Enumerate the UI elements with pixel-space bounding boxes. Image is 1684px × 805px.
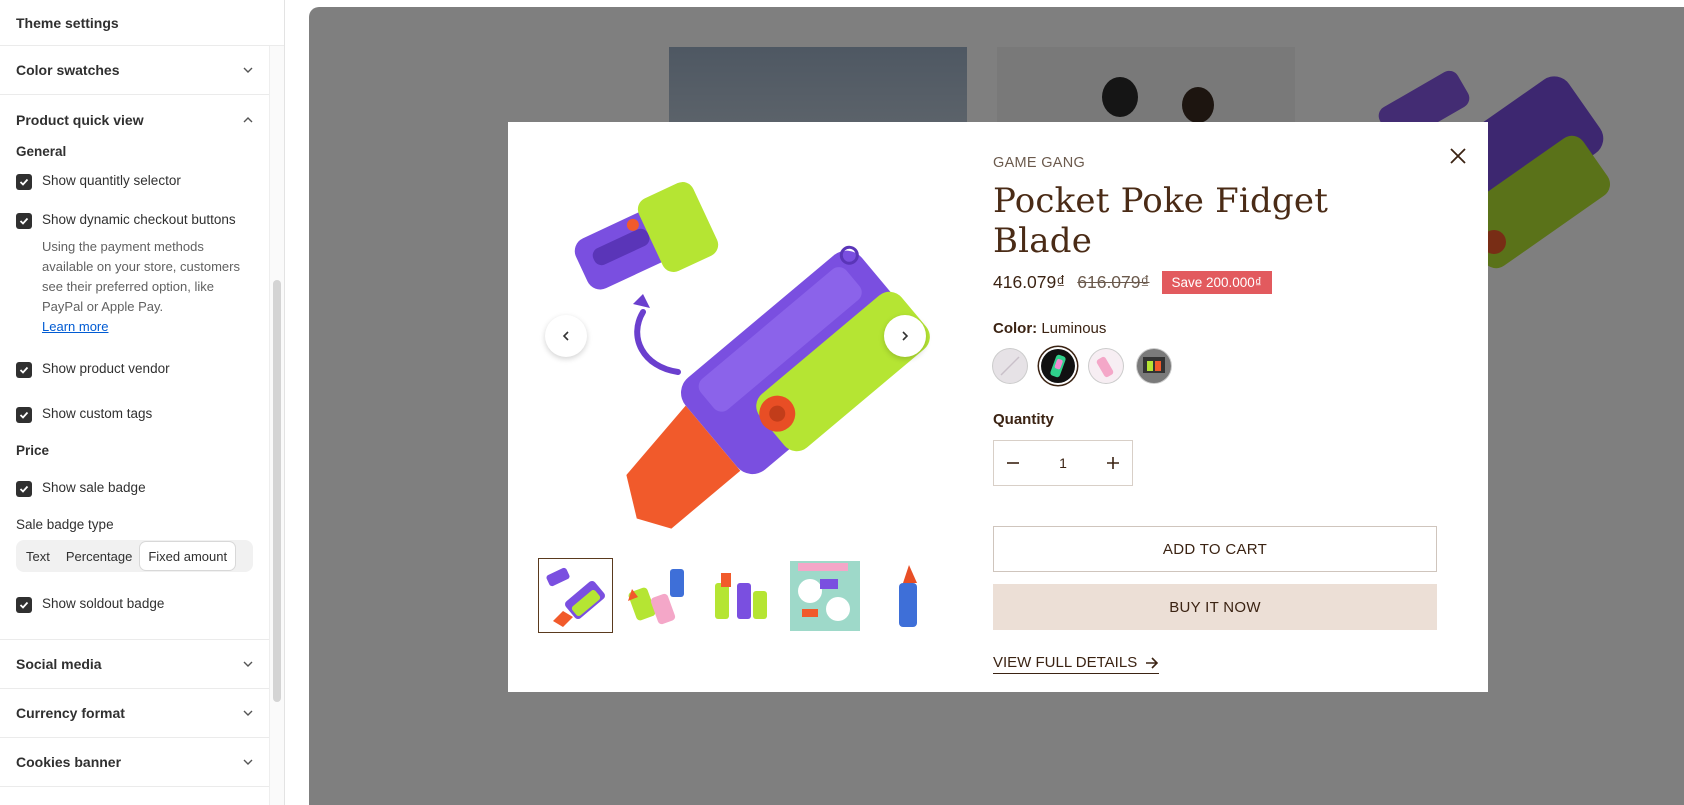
product-title: Pocket Poke Fidget Blade [993, 181, 1329, 261]
quick-view-modal: GAME GANG Pocket Poke Fidget Blade 416.0… [508, 122, 1488, 692]
product-price: 416.079₫ [993, 272, 1066, 292]
section-currency-format[interactable]: Currency format [0, 689, 270, 738]
thumbnail-4[interactable] [787, 558, 862, 633]
compare-at-price: 616.079₫ [1077, 272, 1150, 292]
section-label: Social media [16, 656, 102, 672]
checkbox-checked[interactable] [16, 407, 32, 423]
checkbox-row-dynamic-checkout[interactable]: Show dynamic checkout buttons [16, 212, 254, 229]
checkbox-label: Show custom tags [42, 406, 153, 421]
swatch-pink[interactable] [1089, 349, 1123, 383]
sidebar-scrollbar[interactable] [269, 46, 284, 805]
sidebar-title: Theme settings [0, 0, 284, 46]
view-full-details-link[interactable]: VIEW FULL DETAILS [993, 654, 1160, 674]
minus-icon[interactable] [1006, 456, 1020, 470]
add-to-cart-button[interactable]: ADD TO CART [993, 526, 1437, 572]
checkbox-checked[interactable] [16, 597, 32, 613]
section-social-media[interactable]: Social media [0, 640, 270, 689]
section-cookies-banner[interactable]: Cookies banner [0, 738, 270, 787]
chevron-right-icon [902, 331, 909, 341]
thumbnail-2[interactable] [621, 558, 696, 633]
product-info: GAME GANG Pocket Poke Fidget Blade 416.0… [993, 155, 1438, 674]
checkbox-label: Show dynamic checkout buttons [42, 212, 236, 227]
view-full-details-label: VIEW FULL DETAILS [993, 654, 1138, 671]
plus-icon[interactable] [1106, 456, 1120, 470]
prev-image-button[interactable] [545, 315, 587, 357]
quantity-input[interactable]: 1 [1059, 455, 1067, 471]
checkbox-label: Show quantitly selector [42, 173, 181, 188]
close-icon [1450, 148, 1466, 164]
checkbox-row-soldout-badge[interactable]: Show soldout badge [16, 596, 254, 613]
section-color-swatches[interactable]: Color swatches [0, 46, 270, 95]
checkbox-checked[interactable] [16, 362, 32, 378]
quantity-stepper: 1 [993, 440, 1133, 486]
thumbnail-strip [538, 558, 945, 633]
thumbnail-3[interactable] [704, 558, 779, 633]
swatch-multi[interactable] [1137, 349, 1171, 383]
checkbox-row-quantity[interactable]: Show quantitly selector [16, 173, 254, 190]
section-header-product-quick-view[interactable]: Product quick view [16, 95, 254, 144]
buy-it-now-button[interactable]: BUY IT NOW [993, 584, 1437, 630]
chevron-left-icon [562, 331, 569, 341]
section-label: Color swatches [16, 62, 120, 78]
thumbnail-1[interactable] [538, 558, 613, 633]
quantity-label: Quantity [993, 411, 1054, 428]
checkbox-row-sale-badge[interactable]: Show sale badge [16, 480, 254, 497]
color-selector: Color: Luminous [993, 320, 1438, 383]
sale-badge-type-label: Sale badge type [16, 517, 114, 532]
product-vendor: GAME GANG [993, 155, 1086, 171]
learn-more-link[interactable]: Learn more [42, 319, 108, 334]
checkbox-label: Show soldout badge [42, 596, 165, 611]
dynamic-checkout-help: Using the payment methods available on y… [42, 237, 252, 337]
chevron-down-icon [243, 710, 253, 716]
segment-text[interactable]: Text [18, 542, 58, 570]
swatch-luminous[interactable] [1041, 349, 1075, 383]
storefront-preview: GAME GANG Pocket Poke Fidget Blade 416.0… [309, 7, 1684, 805]
checkbox-checked[interactable] [16, 174, 32, 190]
color-swatches [993, 349, 1438, 383]
next-image-button[interactable] [884, 315, 926, 357]
checkbox-label: Show product vendor [42, 361, 170, 376]
price-row: 416.079₫ 616.079₫ Save 200.000₫ [993, 271, 1438, 294]
price-heading: Price [16, 443, 50, 458]
sidebar-scroll[interactable]: Color swatches Product quick view Genera… [0, 46, 270, 805]
color-label: Color: [993, 320, 1038, 337]
chevron-down-icon [243, 67, 253, 73]
app-root: Theme settings Color swatches Product qu… [0, 0, 1684, 805]
swatch-unavailable[interactable] [993, 349, 1027, 383]
arrow-right-icon [1146, 656, 1159, 669]
sidebar-scrollbar-thumb[interactable] [273, 280, 281, 702]
segment-percentage[interactable]: Percentage [58, 542, 141, 570]
sale-badge: Save 200.000₫ [1161, 271, 1272, 294]
help-text: Using the payment methods available on y… [42, 239, 240, 314]
checkbox-label: Show sale badge [42, 480, 146, 495]
checkbox-checked[interactable] [16, 213, 32, 229]
chevron-up-icon [243, 116, 253, 122]
section-label: Cookies banner [16, 754, 122, 770]
thumbnail-5[interactable] [870, 558, 945, 633]
color-value: Luminous [1041, 320, 1107, 337]
checkbox-row-vendor[interactable]: Show product vendor [16, 361, 254, 378]
product-main-image [574, 182, 930, 529]
sale-badge-type-segmented: Text Percentage Fixed amount [16, 540, 253, 572]
checkbox-checked[interactable] [16, 481, 32, 497]
segment-fixed-amount[interactable]: Fixed amount [140, 542, 236, 570]
theme-settings-sidebar: Theme settings Color swatches Product qu… [0, 0, 285, 805]
section-label: Product quick view [16, 111, 144, 128]
chevron-down-icon [243, 759, 253, 765]
chevron-down-icon [243, 661, 253, 667]
section-label: Currency format [16, 705, 125, 721]
checkbox-row-custom-tags[interactable]: Show custom tags [16, 406, 254, 423]
section-product-quick-view: Product quick view General Show quantitl… [0, 95, 270, 640]
general-heading: General [16, 144, 67, 159]
close-button[interactable] [1446, 144, 1470, 168]
